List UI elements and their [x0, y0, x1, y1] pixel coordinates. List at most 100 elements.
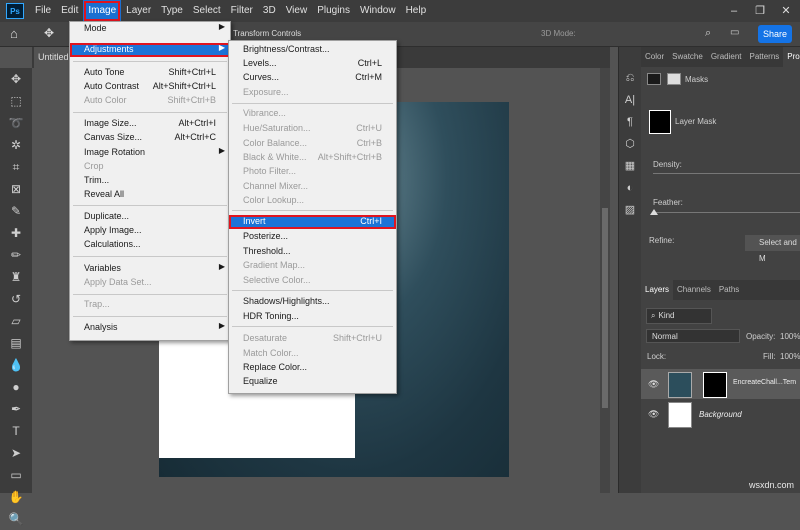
- shape-icon[interactable]: ▭: [0, 464, 32, 486]
- hand-icon[interactable]: ✋: [0, 486, 32, 508]
- search-icon[interactable]: ⌕: [705, 27, 711, 40]
- menu-item-vibrance[interactable]: Vibrance...: [229, 107, 396, 121]
- move-tool-icon[interactable]: ✥: [44, 26, 54, 40]
- opacity-value[interactable]: 100%: [780, 332, 800, 341]
- density-slider[interactable]: [653, 173, 800, 174]
- menu-item-crop[interactable]: Crop: [70, 160, 230, 174]
- cube-icon[interactable]: ⬡: [619, 133, 641, 155]
- menu-item-brightness-contrast[interactable]: Brightness/Contrast...: [229, 43, 396, 57]
- menu-item-hdr-toning[interactable]: HDR Toning...: [229, 310, 396, 324]
- menu-item-replace-color[interactable]: Replace Color...: [229, 361, 396, 375]
- menu-item-canvas-size[interactable]: Canvas Size... Alt+Ctrl+C: [70, 131, 230, 145]
- path-select-icon[interactable]: ➤: [0, 442, 32, 464]
- menu-item-calculations[interactable]: Calculations...: [70, 238, 230, 252]
- adjustments-icon[interactable]: ◐: [619, 177, 641, 199]
- feather-slider[interactable]: [653, 212, 800, 213]
- menu-item-match-color[interactable]: Match Color...: [229, 347, 396, 361]
- menu-item-analysis[interactable]: Analysis ▶: [70, 321, 230, 335]
- tab-layers[interactable]: Layers: [641, 280, 674, 300]
- layer-mask-thumbnail[interactable]: [703, 372, 727, 398]
- menu-item-exposure[interactable]: Exposure...: [229, 86, 396, 100]
- menu-item-invert[interactable]: Invert Ctrl+I: [229, 215, 396, 229]
- layer-mask-thumbnail[interactable]: [649, 110, 671, 134]
- menu-item-duplicate[interactable]: Duplicate...: [70, 210, 230, 224]
- type-icon[interactable]: T: [0, 420, 32, 442]
- history-icon[interactable]: ⎌: [619, 67, 641, 89]
- brush-icon[interactable]: ✏: [0, 244, 32, 266]
- restore-icon[interactable]: ❐: [748, 0, 772, 22]
- blur-icon[interactable]: 💧: [0, 354, 32, 376]
- menu-item-trap[interactable]: Trap...: [70, 298, 230, 312]
- menu-item-equalize[interactable]: Equalize: [229, 375, 396, 389]
- home-icon[interactable]: ⌂: [10, 26, 18, 41]
- move-icon[interactable]: ✥: [0, 68, 32, 90]
- eraser-icon[interactable]: ▱: [0, 310, 32, 332]
- menu-filter[interactable]: Filter: [226, 0, 258, 22]
- marquee-icon[interactable]: ⬚: [0, 90, 32, 112]
- zoom-icon[interactable]: 🔍: [0, 508, 32, 530]
- menu-item-selective-color[interactable]: Selective Color...: [229, 274, 396, 288]
- vertical-scrollbar[interactable]: [600, 68, 610, 493]
- healing-icon[interactable]: ✚: [0, 222, 32, 244]
- menu-item-color-balance[interactable]: Color Balance... Ctrl+B: [229, 137, 396, 151]
- tab-properties[interactable]: Prop: [783, 47, 800, 67]
- menu-item-image-size[interactable]: Image Size... Alt+Ctrl+I: [70, 117, 230, 131]
- menu-item-curves[interactable]: Curves... Ctrl+M: [229, 71, 396, 85]
- menu-item-black-white[interactable]: Black & White... Alt+Shift+Ctrl+B: [229, 151, 396, 165]
- menu-help[interactable]: Help: [401, 0, 432, 22]
- menu-item-levels[interactable]: Levels... Ctrl+L: [229, 57, 396, 71]
- menu-item-gradient-map[interactable]: Gradient Map...: [229, 259, 396, 273]
- menu-item-trim[interactable]: Trim...: [70, 174, 230, 188]
- libraries-icon[interactable]: ▦: [619, 155, 641, 177]
- lasso-icon[interactable]: ➰: [0, 112, 32, 134]
- transform-controls-label[interactable]: Transform Controls: [233, 29, 301, 38]
- tab-swatches[interactable]: Swatche: [668, 47, 707, 67]
- menu-window[interactable]: Window: [355, 0, 401, 22]
- tab-paths[interactable]: Paths: [715, 280, 743, 300]
- styles-icon[interactable]: ▨: [619, 199, 641, 221]
- menu-item-auto-tone[interactable]: Auto Tone Shift+Ctrl+L: [70, 66, 230, 80]
- menu-item-apply-image[interactable]: Apply Image...: [70, 224, 230, 238]
- pilcrow-icon[interactable]: ¶: [619, 111, 641, 133]
- magic-wand-icon[interactable]: ✲: [0, 134, 32, 156]
- menu-file[interactable]: File: [30, 0, 56, 22]
- menu-3d[interactable]: 3D: [258, 0, 281, 22]
- menu-type[interactable]: Type: [156, 0, 188, 22]
- menu-select[interactable]: Select: [188, 0, 226, 22]
- crop-icon[interactable]: ⌗: [0, 156, 32, 178]
- menu-layer[interactable]: Layer: [121, 0, 156, 22]
- stamp-icon[interactable]: ♜: [0, 266, 32, 288]
- menu-item-image-rotation[interactable]: Image Rotation ▶: [70, 146, 230, 160]
- blend-mode-select[interactable]: Normal: [646, 329, 740, 343]
- menu-edit[interactable]: Edit: [56, 0, 83, 22]
- menu-item-posterize[interactable]: Posterize...: [229, 230, 396, 244]
- tab-channels[interactable]: Channels: [673, 280, 715, 300]
- tab-gradients[interactable]: Gradient: [707, 47, 746, 67]
- dodge-icon[interactable]: ●: [0, 376, 32, 398]
- menu-item-photo-filter[interactable]: Photo Filter...: [229, 165, 396, 179]
- feather-slider-handle[interactable]: [650, 209, 658, 215]
- workspace-icon[interactable]: ▭: [730, 27, 739, 38]
- eyedropper-icon[interactable]: ✎: [0, 200, 32, 222]
- history-brush-icon[interactable]: ↺: [0, 288, 32, 310]
- filter-kind-select[interactable]: ⌕ Kind: [646, 308, 712, 324]
- visibility-eye-icon[interactable]: 👁: [648, 409, 659, 420]
- menu-item-auto-color[interactable]: Auto Color Shift+Ctrl+B: [70, 94, 230, 108]
- tab-patterns[interactable]: Patterns: [746, 47, 784, 67]
- layer-row[interactable]: 👁 EncreateChall...Tem: [641, 369, 800, 399]
- tab-color[interactable]: Color: [641, 47, 668, 67]
- menu-item-apply-data-set[interactable]: Apply Data Set...: [70, 276, 230, 290]
- menu-item-variables[interactable]: Variables ▶: [70, 262, 230, 276]
- frame-icon[interactable]: ⊠: [0, 178, 32, 200]
- menu-plugins[interactable]: Plugins: [312, 0, 355, 22]
- menu-item-color-lookup[interactable]: Color Lookup...: [229, 194, 396, 208]
- menu-item-mode[interactable]: Mode ▶: [70, 22, 230, 36]
- vector-mask-icon[interactable]: [667, 73, 681, 85]
- minimize-icon[interactable]: –: [722, 0, 746, 22]
- pen-icon[interactable]: ✒: [0, 398, 32, 420]
- menu-item-auto-contrast[interactable]: Auto Contrast Alt+Shift+Ctrl+L: [70, 80, 230, 94]
- select-and-mask-button[interactable]: Select and M: [745, 235, 800, 263]
- menu-item-channel-mixer[interactable]: Channel Mixer...: [229, 180, 396, 194]
- close-icon[interactable]: ✕: [774, 0, 798, 22]
- menu-item-hue-saturation[interactable]: Hue/Saturation... Ctrl+U: [229, 122, 396, 136]
